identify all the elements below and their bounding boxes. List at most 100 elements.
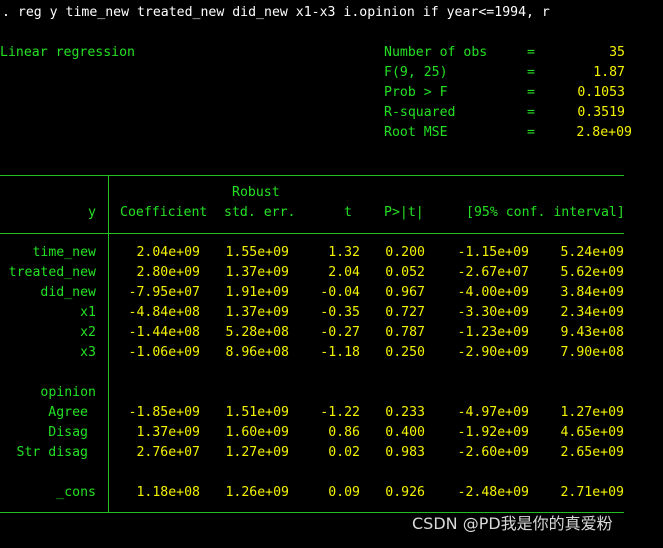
- header-p: P>|t|: [384, 205, 424, 220]
- cell-se: 1.55e+09: [225, 245, 289, 260]
- row-label: time_new: [32, 245, 96, 260]
- header-coef: Coefficient: [120, 205, 208, 220]
- cell-ci-high: 2.71e+09: [560, 485, 624, 500]
- table-top-rule: [0, 175, 624, 176]
- stat-equals: =: [527, 125, 535, 140]
- row-label: x2: [80, 325, 96, 340]
- cell-p: 0.983: [385, 445, 425, 460]
- stat-equals: =: [527, 65, 535, 80]
- cell-t: 2.04: [328, 265, 360, 280]
- cell-p: 0.200: [385, 245, 425, 260]
- stat-value: 35: [609, 45, 625, 60]
- header-se: std. err.: [224, 205, 296, 220]
- stat-label: F(9, 25): [384, 65, 448, 80]
- row-label: x1: [80, 305, 96, 320]
- cell-ci-high: 3.84e+09: [560, 285, 624, 300]
- row-label: _cons: [56, 485, 96, 500]
- cell-p: 0.233: [385, 405, 425, 420]
- cell-t: -1.18: [320, 345, 360, 360]
- cell-ci-low: -1.92e+09: [457, 425, 529, 440]
- cell-ci-high: 2.65e+09: [560, 445, 624, 460]
- cell-coef: 1.37e+09: [136, 425, 200, 440]
- cell-p: 0.400: [385, 425, 425, 440]
- row-label: Str disag: [16, 445, 88, 460]
- stat-equals: =: [527, 85, 535, 100]
- cell-coef: 2.04e+09: [136, 245, 200, 260]
- cell-ci-high: 5.24e+09: [560, 245, 624, 260]
- cell-coef: 1.18e+08: [136, 485, 200, 500]
- stat-equals: =: [527, 105, 535, 120]
- stat-value: 1.87: [593, 65, 625, 80]
- cell-ci-high: 4.65e+09: [560, 425, 624, 440]
- cell-se: 8.96e+08: [225, 345, 289, 360]
- cell-se: 1.37e+09: [225, 305, 289, 320]
- stat-value: 0.3519: [577, 105, 625, 120]
- cell-t: -0.35: [320, 305, 360, 320]
- cell-se: 1.51e+09: [225, 405, 289, 420]
- row-label: Disag: [48, 425, 88, 440]
- cell-t: -0.04: [320, 285, 360, 300]
- cell-se: 1.26e+09: [225, 485, 289, 500]
- cell-ci-high: 7.90e+08: [560, 345, 624, 360]
- cell-ci-low: -2.90e+09: [457, 345, 529, 360]
- row-label: did_new: [40, 285, 96, 300]
- header-depvar: y: [88, 205, 96, 220]
- row-label: x3: [80, 345, 96, 360]
- cell-t: 0.09: [328, 485, 360, 500]
- header-t: t: [344, 205, 352, 220]
- cell-ci-low: -2.48e+09: [457, 485, 529, 500]
- table-label-divider: [108, 175, 109, 513]
- cell-coef: -1.44e+08: [128, 325, 200, 340]
- cell-t: 1.32: [328, 245, 360, 260]
- cell-se: 1.37e+09: [225, 265, 289, 280]
- cell-coef: 2.80e+09: [136, 265, 200, 280]
- stat-equals: =: [527, 45, 535, 60]
- cell-ci-low: -3.30e+09: [457, 305, 529, 320]
- cell-coef: -1.85e+09: [128, 405, 200, 420]
- stat-value: 2.8e+09: [576, 125, 632, 140]
- regression-title: Linear regression: [0, 45, 135, 60]
- stat-label: Number of obs: [384, 45, 488, 60]
- table-bottom-rule: [0, 512, 624, 513]
- cell-ci-low: -1.15e+09: [457, 245, 529, 260]
- cell-se: 1.27e+09: [225, 445, 289, 460]
- cell-coef: -4.84e+08: [128, 305, 200, 320]
- header-robust: Robust: [232, 185, 280, 200]
- cell-se: 1.60e+09: [225, 425, 289, 440]
- cell-ci-low: -4.97e+09: [457, 405, 529, 420]
- cell-t: 0.86: [328, 425, 360, 440]
- stat-label: Root MSE: [384, 125, 448, 140]
- stat-value: 0.1053: [577, 85, 625, 100]
- cell-ci-low: -4.00e+09: [457, 285, 529, 300]
- factor-label: opinion: [40, 385, 96, 400]
- cell-se: 5.28e+08: [225, 325, 289, 340]
- cell-p: 0.727: [385, 305, 425, 320]
- row-label: treated_new: [8, 265, 96, 280]
- command-line: . reg y time_new treated_new did_new x1-…: [2, 5, 550, 20]
- cell-t: 0.02: [328, 445, 360, 460]
- cell-coef: -7.95e+07: [128, 285, 200, 300]
- cell-se: 1.91e+09: [225, 285, 289, 300]
- cell-t: -0.27: [320, 325, 360, 340]
- cell-ci-high: 5.62e+09: [560, 265, 624, 280]
- cell-ci-high: 2.34e+09: [560, 305, 624, 320]
- cell-p: 0.250: [385, 345, 425, 360]
- cell-coef: 2.76e+07: [136, 445, 200, 460]
- cell-t: -1.22: [320, 405, 360, 420]
- cell-ci-high: 9.43e+08: [560, 325, 624, 340]
- cell-coef: -1.06e+09: [128, 345, 200, 360]
- table-header-rule: [0, 233, 624, 234]
- cell-ci-low: -2.60e+09: [457, 445, 529, 460]
- cell-ci-low: -2.67e+07: [457, 265, 529, 280]
- cell-ci-high: 1.27e+09: [560, 405, 624, 420]
- cell-ci-low: -1.23e+09: [457, 325, 529, 340]
- watermark: CSDN @PD我是你的真爱粉: [412, 514, 613, 533]
- row-label: Agree: [48, 405, 88, 420]
- stat-label: Prob > F: [384, 85, 448, 100]
- header-ci: [95% conf. interval]: [466, 205, 625, 220]
- cell-p: 0.787: [385, 325, 425, 340]
- stat-label: R-squared: [384, 105, 456, 120]
- cell-p: 0.052: [385, 265, 425, 280]
- cell-p: 0.926: [385, 485, 425, 500]
- cell-p: 0.967: [385, 285, 425, 300]
